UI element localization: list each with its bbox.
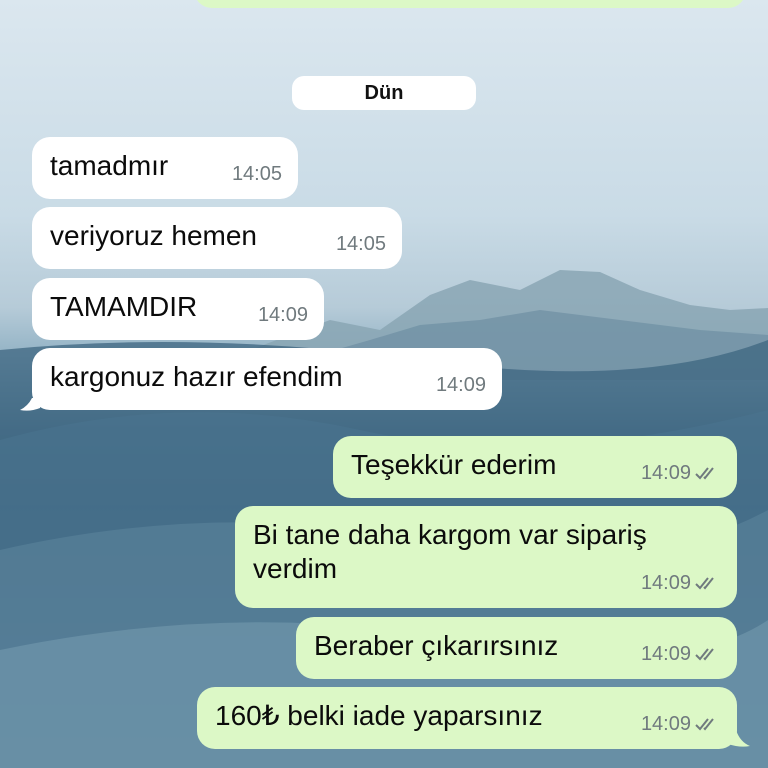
message-bubble-outgoing[interactable]: Bi tane daha kargom var sipariş verdim 1… — [235, 506, 737, 608]
message-time: 14:09 — [257, 304, 308, 326]
message-time: 14:09 — [435, 374, 486, 396]
message-text: kargonuz hazır efendim — [50, 361, 343, 392]
double-check-icon — [695, 648, 714, 661]
outgoing-bubble-tail — [728, 730, 750, 747]
message-bubble-incoming[interactable]: veriyoruz hemen 14:05 — [32, 207, 402, 269]
message-time: 14:09 — [640, 643, 691, 665]
date-separator: Dün — [292, 76, 476, 110]
message-time: 14:09 — [640, 713, 691, 735]
message-time: 14:09 — [640, 572, 691, 594]
message-bubble-incoming[interactable]: TAMAMDIR 14:09 — [32, 278, 324, 340]
message-bubble-outgoing[interactable]: 160₺ belki iade yaparsınız 14:09 — [197, 687, 737, 749]
message-time: 14:05 — [335, 233, 386, 255]
incoming-bubble-tail — [20, 398, 40, 411]
message-time: 14:05 — [231, 163, 282, 185]
message-bubble-incoming[interactable]: tamadmır 14:05 — [32, 137, 298, 199]
message-bubble-outgoing[interactable]: Teşekkür ederim 14:09 — [333, 436, 737, 498]
message-time: 14:09 — [640, 462, 691, 484]
double-check-icon — [695, 577, 714, 590]
message-bubble-incoming[interactable]: kargonuz hazır efendim 14:09 — [32, 348, 502, 410]
message-text: veriyoruz hemen — [50, 220, 257, 251]
message-bubble-outgoing[interactable]: Beraber çıkarırsınız 14:09 — [296, 617, 737, 679]
previous-message-bubble[interactable] — [194, 0, 746, 8]
double-check-icon — [695, 467, 714, 480]
double-check-icon — [695, 718, 714, 731]
